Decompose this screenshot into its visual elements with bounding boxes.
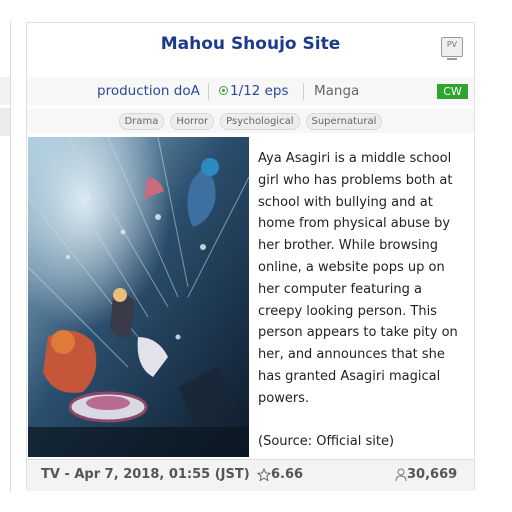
airing-dot-icon bbox=[219, 86, 228, 95]
cw-badge[interactable]: CW bbox=[437, 84, 468, 99]
card-footer: TV - Apr 7, 2018, 01:55 (JST) 6.66 30,66… bbox=[27, 459, 474, 491]
title-row: Mahou Shoujo Site PV bbox=[27, 23, 474, 77]
synopsis-text: Aya Asagiri is a middle school girl who … bbox=[258, 151, 458, 450]
info-row: production doA 1/12 eps Manga CW bbox=[27, 77, 474, 105]
genre-tag[interactable]: Drama bbox=[118, 113, 165, 130]
genre-tag[interactable]: Psychological bbox=[220, 113, 300, 130]
episode-count-text: 1/12 eps bbox=[230, 83, 289, 99]
genre-tag[interactable]: Horror bbox=[170, 113, 215, 130]
genre-tag[interactable]: Supernatural bbox=[305, 113, 383, 130]
user-icon bbox=[395, 468, 407, 481]
video-icon[interactable]: PV bbox=[441, 37, 463, 60]
score: 6.66 bbox=[257, 467, 303, 482]
cover-image[interactable] bbox=[28, 137, 249, 457]
divider bbox=[208, 83, 209, 100]
member-value: 30,669 bbox=[407, 467, 458, 482]
star-icon bbox=[257, 467, 271, 482]
divider bbox=[303, 83, 304, 100]
adjacent-card-genre-strip bbox=[0, 108, 10, 136]
studio-link[interactable]: production doA bbox=[97, 83, 200, 99]
score-value: 6.66 bbox=[271, 467, 304, 482]
cover-illustration bbox=[28, 137, 249, 457]
adjacent-card-info-strip bbox=[0, 77, 10, 105]
member-count: 30,669 bbox=[395, 467, 457, 482]
genre-list: Drama Horror Psychological Supernatural bbox=[27, 109, 474, 133]
source-type: Manga bbox=[314, 83, 360, 99]
air-date: TV - Apr 7, 2018, 01:55 (JST) bbox=[41, 467, 250, 482]
anime-title[interactable]: Mahou Shoujo Site bbox=[27, 34, 474, 54]
anime-card: Mahou Shoujo Site PV production doA 1/12… bbox=[26, 22, 475, 491]
episode-count: 1/12 eps bbox=[219, 83, 289, 99]
